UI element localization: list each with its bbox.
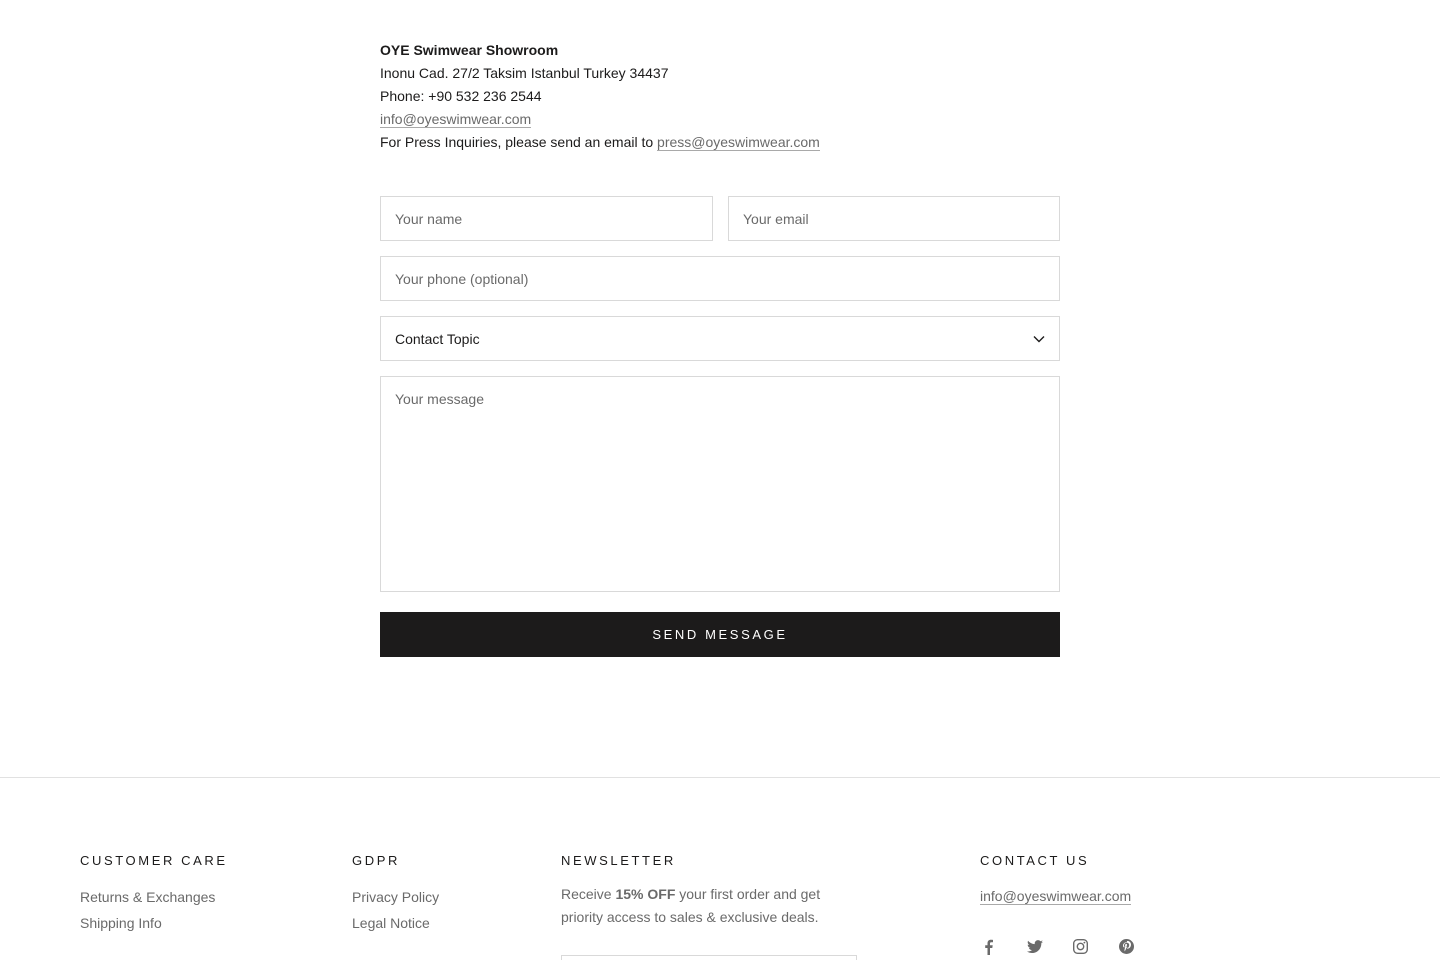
phone-placeholder: Your phone (optional) <box>395 270 529 287</box>
send-message-button[interactable]: SEND MESSAGE <box>380 612 1060 657</box>
pinterest-icon[interactable] <box>1118 938 1135 955</box>
twitter-icon[interactable] <box>1026 938 1043 955</box>
newsletter-heading: NEWSLETTER <box>561 853 676 868</box>
social-links <box>980 938 1135 955</box>
email-placeholder: Your email <box>743 210 809 227</box>
contact-topic-value: Contact Topic <box>395 330 480 347</box>
newsletter-text-before: Receive <box>561 886 616 902</box>
phone-input[interactable]: Your phone (optional) <box>380 256 1060 301</box>
showroom-title: OYE Swimwear Showroom <box>380 42 559 58</box>
newsletter-text: Receive 15% OFF your first order and get… <box>561 883 861 929</box>
footer-divider <box>0 777 1440 778</box>
customer-care-heading: CUSTOMER CARE <box>80 853 228 868</box>
showroom-phone: Phone: +90 532 236 2544 <box>380 88 542 104</box>
footer-contact: CONTACT US info@oyeswimwear.com <box>980 853 1132 906</box>
footer-gdpr: GDPR Privacy Policy Legal Notice <box>352 853 439 940</box>
email-input[interactable]: Your email <box>728 196 1060 241</box>
newsletter-email-input[interactable] <box>561 955 857 960</box>
press-inquiries: For Press Inquiries, please send an emai… <box>380 131 820 154</box>
footer-customer-care: CUSTOMER CARE Returns & Exchanges Shippi… <box>80 853 228 940</box>
message-textarea[interactable]: Your message <box>380 376 1060 592</box>
footer-contact-email-link[interactable]: info@oyeswimwear.com <box>980 888 1132 905</box>
message-placeholder: Your message <box>395 391 484 407</box>
showroom-info: OYE Swimwear Showroom Inonu Cad. 27/2 Ta… <box>380 39 820 154</box>
facebook-icon[interactable] <box>980 938 997 955</box>
footer-newsletter: NEWSLETTER Receive 15% OFF your first or… <box>561 853 861 929</box>
footer-link-legal[interactable]: Legal Notice <box>352 907 439 940</box>
name-input[interactable]: Your name <box>380 196 713 241</box>
name-placeholder: Your name <box>395 210 463 227</box>
contact-topic-select[interactable]: Contact Topic <box>380 316 1060 361</box>
press-text: For Press Inquiries, please send an emai… <box>380 134 654 150</box>
showroom-address: Inonu Cad. 27/2 Taksim Istanbul Turkey 3… <box>380 65 669 81</box>
press-email-link[interactable]: press@oyeswimwear.com <box>657 134 820 151</box>
contact-heading: CONTACT US <box>980 853 1090 868</box>
chevron-down-icon <box>1033 335 1045 342</box>
newsletter-discount: 15% OFF <box>615 886 676 902</box>
instagram-icon[interactable] <box>1072 938 1089 955</box>
showroom-email-link[interactable]: info@oyeswimwear.com <box>380 111 532 128</box>
gdpr-heading: GDPR <box>352 853 400 868</box>
